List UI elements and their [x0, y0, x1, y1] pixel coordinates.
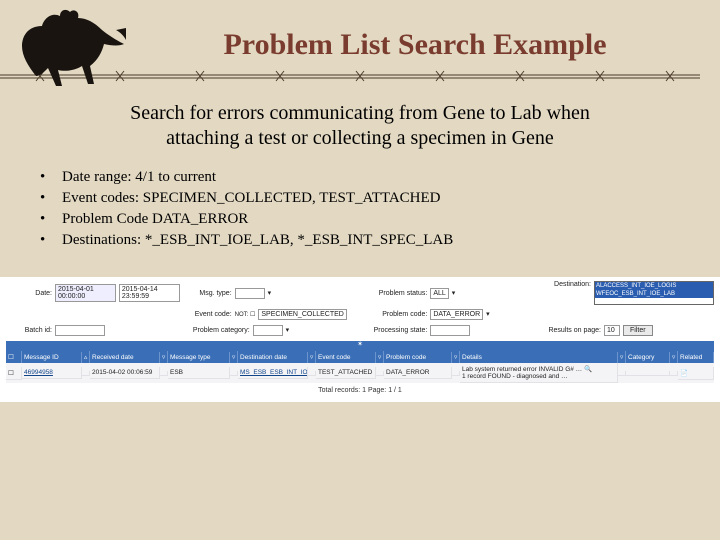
collapse-bar[interactable]: ✶ [6, 341, 714, 351]
not-toggle[interactable]: NOT: ☐ [235, 311, 256, 318]
problemcategory-label: Problem category: [186, 327, 250, 334]
problem-list-app: Date: 2015-04-01 00:00:00 2015-04-14 23:… [0, 277, 720, 402]
problemcode-select[interactable]: DATA_ERROR [430, 309, 483, 320]
col-received[interactable]: Received date [90, 352, 160, 363]
col-related[interactable]: Related [678, 352, 714, 363]
cell-received: 2015-04-02 00:06:59 [90, 367, 160, 379]
col-details[interactable]: Details [460, 352, 618, 363]
sort-icon[interactable]: ▿ [308, 351, 316, 363]
row-checkbox[interactable]: ☐ [6, 367, 22, 380]
sort-icon[interactable]: ▵ [82, 351, 90, 363]
results-label: Results on page: [545, 327, 601, 334]
cell-eventcode: TEST_ATTACHED [316, 367, 376, 379]
destination-multiselect[interactable]: ALACCESS_INT_IOE_LOGIS WFEOC_ESB_INT_IOE… [594, 281, 714, 305]
col-eventcode[interactable]: Event code [316, 352, 376, 363]
sort-icon[interactable]: ▿ [230, 351, 238, 363]
processingstate-label: Processing state: [365, 327, 427, 334]
sort-icon[interactable]: ▿ [376, 351, 384, 363]
destination-option[interactable]: ALACCESS_INT_IOE_LOGIS [595, 282, 713, 290]
date-label: Date: [6, 290, 52, 297]
destination-option[interactable]: WFEOC_ESB_INT_IOE_LAB [595, 290, 713, 298]
cell-msgtype: ESB [168, 367, 230, 379]
pager: Total records: 1 Page: 1 / 1 [6, 387, 714, 394]
subtitle-line: Search for errors communicating from Gen… [130, 102, 590, 124]
dropdown-icon[interactable]: ▾ [286, 326, 290, 334]
cell-related[interactable]: 📄 [678, 367, 714, 380]
msgtype-select[interactable] [235, 288, 265, 299]
problemstatus-label: Problem status: [365, 290, 427, 297]
problemcode-label: Problem code: [365, 311, 427, 318]
col-problemcode[interactable]: Problem code [384, 352, 452, 363]
dropdown-icon[interactable]: ▾ [452, 289, 456, 297]
horse-silhouette-image [8, 6, 128, 88]
col-category[interactable]: Category [626, 352, 670, 363]
dropdown-icon[interactable]: ▾ [268, 289, 272, 297]
date-from-input[interactable]: 2015-04-01 00:00:00 [55, 284, 116, 302]
bullet-item: Event codes: SPECIMEN_COLLECTED, TEST_AT… [62, 190, 441, 207]
table-row: ☐ 46994958 2015-04-02 00:06:59 ESB MS_ES… [6, 363, 714, 383]
eventcode-label: Event code: [186, 311, 232, 318]
table-header: ☐ Message ID▵ Received date▿ Message typ… [6, 351, 714, 363]
batchid-input[interactable] [55, 325, 105, 336]
cell-details: Lab system returned error INVALID G# … 🔍… [460, 363, 618, 383]
checkbox-header[interactable]: ☐ [6, 351, 22, 363]
results-input[interactable]: 10 [604, 325, 620, 336]
sort-icon[interactable]: ▿ [452, 351, 460, 363]
filter-button[interactable]: Filter [623, 325, 653, 336]
slide-subtitle: Search for errors communicating from Gen… [40, 101, 680, 151]
bullet-item: Destinations: *_ESB_INT_IOE_LAB, *_ESB_I… [62, 232, 453, 249]
subtitle-line: attaching a test or collecting a specime… [166, 127, 554, 149]
date-to-input[interactable]: 2015-04-14 23:59:59 [119, 284, 180, 302]
cell-problemcode: DATA_ERROR [384, 367, 452, 379]
eventcode-select[interactable]: SPECIMEN_COLLECTED [258, 309, 346, 320]
batchid-label: Batch id: [6, 327, 52, 334]
sort-icon[interactable]: ▿ [670, 351, 678, 363]
cell-msgid[interactable]: 46994958 [22, 367, 82, 379]
processingstate-select[interactable] [430, 325, 470, 336]
cell-destdate[interactable]: MS_ESB_ESB_INT_IOE_LAB [238, 367, 308, 379]
expand-icon[interactable]: 🔍 [584, 366, 592, 373]
cell-category [626, 371, 670, 376]
col-msgid[interactable]: Message ID [22, 352, 82, 363]
bullet-list: •Date range: 4/1 to current •Event codes… [40, 169, 680, 249]
bullet-item: Problem Code DATA_ERROR [62, 211, 248, 228]
sort-icon[interactable]: ▿ [618, 351, 626, 363]
msgtype-label: Msg. type: [186, 290, 232, 297]
col-msgtype[interactable]: Message type [168, 352, 230, 363]
dropdown-icon[interactable]: ▾ [486, 310, 490, 318]
destination-label: Destination: [545, 281, 591, 288]
sort-icon[interactable]: ▿ [160, 351, 168, 363]
problemstatus-select[interactable]: ALL [430, 288, 448, 299]
col-destdate[interactable]: Destination date [238, 352, 308, 363]
bullet-item: Date range: 4/1 to current [62, 169, 216, 186]
problemcategory-select[interactable] [253, 325, 283, 336]
